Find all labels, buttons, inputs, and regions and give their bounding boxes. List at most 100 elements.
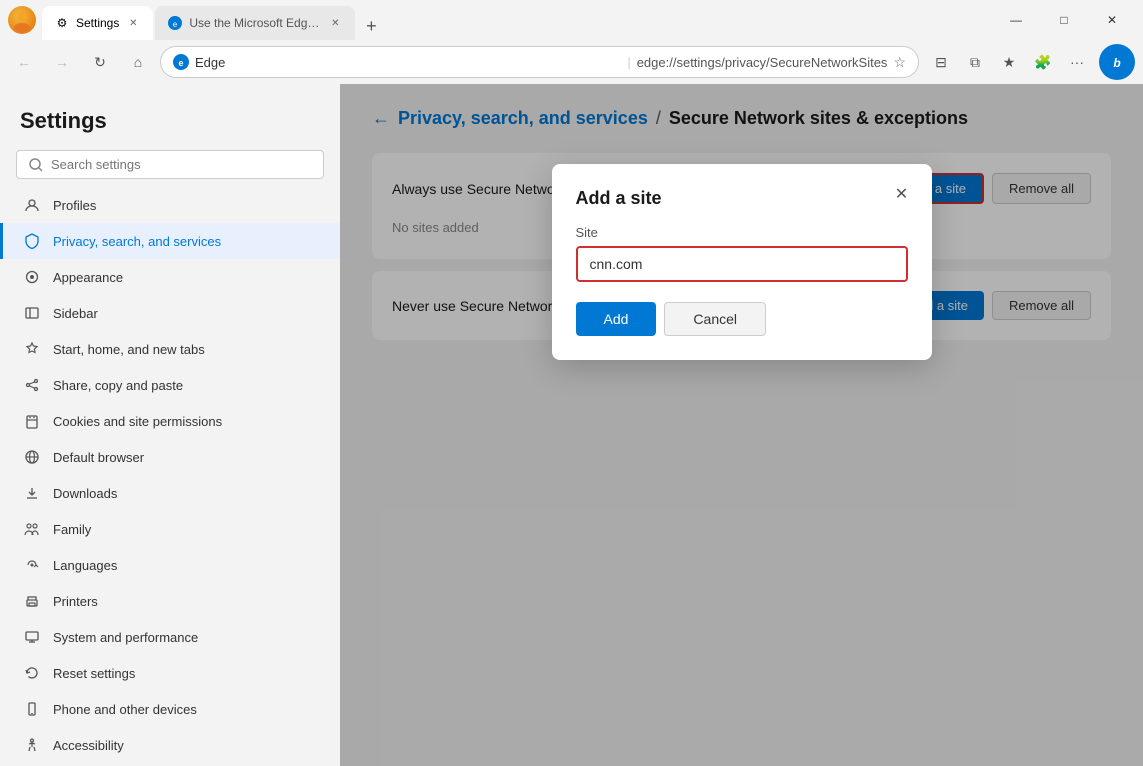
reset-label: Reset settings	[53, 666, 135, 681]
family-label: Family	[53, 522, 91, 537]
address-url: edge://settings/privacy/SecureNetworkSit…	[637, 55, 888, 70]
dialog-add-button[interactable]: Add	[576, 302, 657, 336]
edge-logo-icon: e	[173, 54, 189, 70]
dialog-title: Add a site	[576, 188, 908, 209]
close-button[interactable]: ✕	[1089, 4, 1135, 36]
address-brand: Edge	[195, 55, 621, 70]
svg-text:e: e	[173, 20, 178, 29]
default-browser-icon	[23, 448, 41, 466]
family-icon	[23, 520, 41, 538]
dialog-overlay: Add a site ✕ Site Add Cancel	[340, 84, 1143, 766]
sidebar-item-languages[interactable]: Languages	[0, 547, 340, 583]
appearance-label: Appearance	[53, 270, 123, 285]
refresh-button[interactable]: ↻	[84, 46, 116, 78]
sidebar-item-privacy[interactable]: Privacy, search, and services	[0, 223, 340, 259]
address-separator: |	[627, 55, 630, 70]
svg-text:e: e	[178, 58, 183, 68]
bookmark-icon[interactable]: ☆	[893, 54, 906, 71]
accessibility-icon	[23, 736, 41, 754]
sidebar: Settings Profiles Privacy, search, and s…	[0, 84, 340, 766]
accessibility-label: Accessibility	[53, 738, 124, 753]
back-button[interactable]: ←	[8, 46, 40, 78]
phone-label: Phone and other devices	[53, 702, 197, 717]
content-area: ← Privacy, search, and services / Secure…	[340, 84, 1143, 766]
system-label: System and performance	[53, 630, 198, 645]
sidebar-item-family[interactable]: Family	[0, 511, 340, 547]
sidebar-item-phone[interactable]: Phone and other devices	[0, 691, 340, 727]
sidebar-item-downloads[interactable]: Downloads	[0, 475, 340, 511]
appearance-icon	[23, 268, 41, 286]
svg-text:b: b	[1113, 56, 1120, 70]
edge-tab-title: Use the Microsoft Edge Secure N...	[189, 16, 321, 30]
downloads-label: Downloads	[53, 486, 117, 501]
title-bar-left: ⚙ Settings ✕ e Use the Microsoft Edge Se…	[8, 0, 385, 40]
share-icon	[23, 376, 41, 394]
phone-icon	[23, 700, 41, 718]
sidebar-item-start[interactable]: Start, home, and new tabs	[0, 331, 340, 367]
sidebar-item-system[interactable]: System and performance	[0, 619, 340, 655]
reset-icon	[23, 664, 41, 682]
sidebar-item-default-browser[interactable]: Default browser	[0, 439, 340, 475]
settings-more-button[interactable]: ···	[1061, 46, 1093, 78]
default-browser-label: Default browser	[53, 450, 144, 465]
home-button[interactable]: ⌂	[122, 46, 154, 78]
sidebar-item-reset[interactable]: Reset settings	[0, 655, 340, 691]
sidebar-item-sidebar[interactable]: Sidebar	[0, 295, 340, 331]
title-bar: ⚙ Settings ✕ e Use the Microsoft Edge Se…	[0, 0, 1143, 40]
printers-label: Printers	[53, 594, 98, 609]
system-icon	[23, 628, 41, 646]
sidebar-item-printers[interactable]: Printers	[0, 583, 340, 619]
dialog-actions: Add Cancel	[576, 302, 908, 336]
collections-button[interactable]: ⊟	[925, 46, 957, 78]
sidebar-item-accessibility[interactable]: Accessibility	[0, 727, 340, 763]
site-field-label: Site	[576, 225, 908, 240]
privacy-icon	[23, 232, 41, 250]
extensions-button[interactable]: 🧩	[1027, 46, 1059, 78]
address-bar[interactable]: e Edge | edge://settings/privacy/SecureN…	[160, 46, 919, 78]
minimize-button[interactable]: —	[993, 4, 1039, 36]
settings-tab-favicon: ⚙	[54, 15, 70, 31]
tab-settings[interactable]: ⚙ Settings ✕	[42, 6, 153, 40]
favorites-button[interactable]: ★	[993, 46, 1025, 78]
dialog-cancel-button[interactable]: Cancel	[664, 302, 766, 336]
bing-copilot-button[interactable]: b	[1099, 44, 1135, 80]
tab-group: ⚙ Settings ✕ e Use the Microsoft Edge Se…	[42, 0, 385, 40]
start-label: Start, home, and new tabs	[53, 342, 205, 357]
edge-tab-favicon: e	[167, 15, 183, 31]
sidebar-item-profiles[interactable]: Profiles	[0, 187, 340, 223]
browser-chrome: ⚙ Settings ✕ e Use the Microsoft Edge Se…	[0, 0, 1143, 84]
search-input[interactable]	[51, 157, 311, 172]
cookies-icon	[23, 412, 41, 430]
forward-button[interactable]: →	[46, 46, 78, 78]
sidebar-item-share[interactable]: Share, copy and paste	[0, 367, 340, 403]
dialog-close-button[interactable]: ✕	[888, 180, 916, 208]
printers-icon	[23, 592, 41, 610]
add-site-dialog: Add a site ✕ Site Add Cancel	[552, 164, 932, 360]
settings-heading: Settings	[0, 100, 340, 150]
new-tab-button[interactable]: +	[357, 12, 385, 40]
sidebar-item-appearance[interactable]: Appearance	[0, 259, 340, 295]
tab-edge-secure[interactable]: e Use the Microsoft Edge Secure N... ✕	[155, 6, 355, 40]
sidebar-nav-icon	[23, 304, 41, 322]
profiles-icon	[23, 196, 41, 214]
languages-icon	[23, 556, 41, 574]
sidebar-label: Sidebar	[53, 306, 98, 321]
maximize-button[interactable]: □	[1041, 4, 1087, 36]
privacy-label: Privacy, search, and services	[53, 234, 221, 249]
languages-label: Languages	[53, 558, 117, 573]
profiles-label: Profiles	[53, 198, 96, 213]
split-screen-button[interactable]: ⧉	[959, 46, 991, 78]
edge-tab-close[interactable]: ✕	[327, 15, 343, 31]
share-label: Share, copy and paste	[53, 378, 183, 393]
main-layout: Settings Profiles Privacy, search, and s…	[0, 84, 1143, 766]
cookies-label: Cookies and site permissions	[53, 414, 222, 429]
search-box[interactable]	[16, 150, 324, 179]
start-icon	[23, 340, 41, 358]
nav-right-buttons: ⊟ ⧉ ★ 🧩 ···	[925, 46, 1093, 78]
settings-tab-title: Settings	[76, 16, 119, 30]
sidebar-item-cookies[interactable]: Cookies and site permissions	[0, 403, 340, 439]
nav-bar: ← → ↻ ⌂ e Edge | edge://settings/privacy…	[0, 40, 1143, 84]
site-input[interactable]	[576, 246, 908, 282]
settings-tab-close[interactable]: ✕	[125, 15, 141, 31]
profile-avatar[interactable]	[8, 6, 36, 34]
